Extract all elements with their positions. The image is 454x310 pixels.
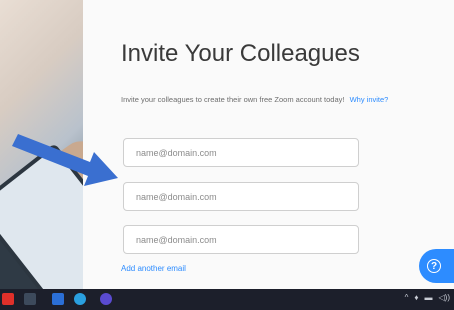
file-explorer-icon[interactable]: [52, 293, 64, 305]
task-view-icon[interactable]: [24, 293, 36, 305]
subtitle-text: Invite your colleagues to create their o…: [121, 95, 345, 104]
decorative-photo: [0, 0, 83, 290]
zoom-invite-screen: Invite Your Colleagues Invite your colle…: [0, 0, 454, 310]
volume-icon[interactable]: ◁)): [439, 293, 450, 302]
email-field-3[interactable]: [123, 225, 359, 254]
system-tray: ^ ♦ ▬ ◁)): [405, 293, 450, 302]
add-another-email-link[interactable]: Add another email: [121, 264, 186, 273]
tray-app-icon[interactable]: ♦: [414, 293, 418, 302]
teams-icon[interactable]: [100, 293, 112, 305]
edge-icon[interactable]: [74, 293, 86, 305]
help-button[interactable]: ?: [419, 249, 454, 283]
email-field-2[interactable]: [123, 182, 359, 211]
page-title: Invite Your Colleagues: [121, 40, 360, 67]
battery-icon[interactable]: ▬: [425, 293, 433, 302]
start-icon[interactable]: [2, 293, 14, 305]
page-subtitle: Invite your colleagues to create their o…: [121, 95, 388, 104]
windows-taskbar: ^ ♦ ▬ ◁)): [0, 289, 454, 310]
tray-overflow-icon[interactable]: ^: [405, 293, 409, 302]
question-icon: ?: [427, 259, 441, 273]
why-invite-link[interactable]: Why invite?: [350, 95, 389, 104]
email-field-1[interactable]: [123, 138, 359, 167]
